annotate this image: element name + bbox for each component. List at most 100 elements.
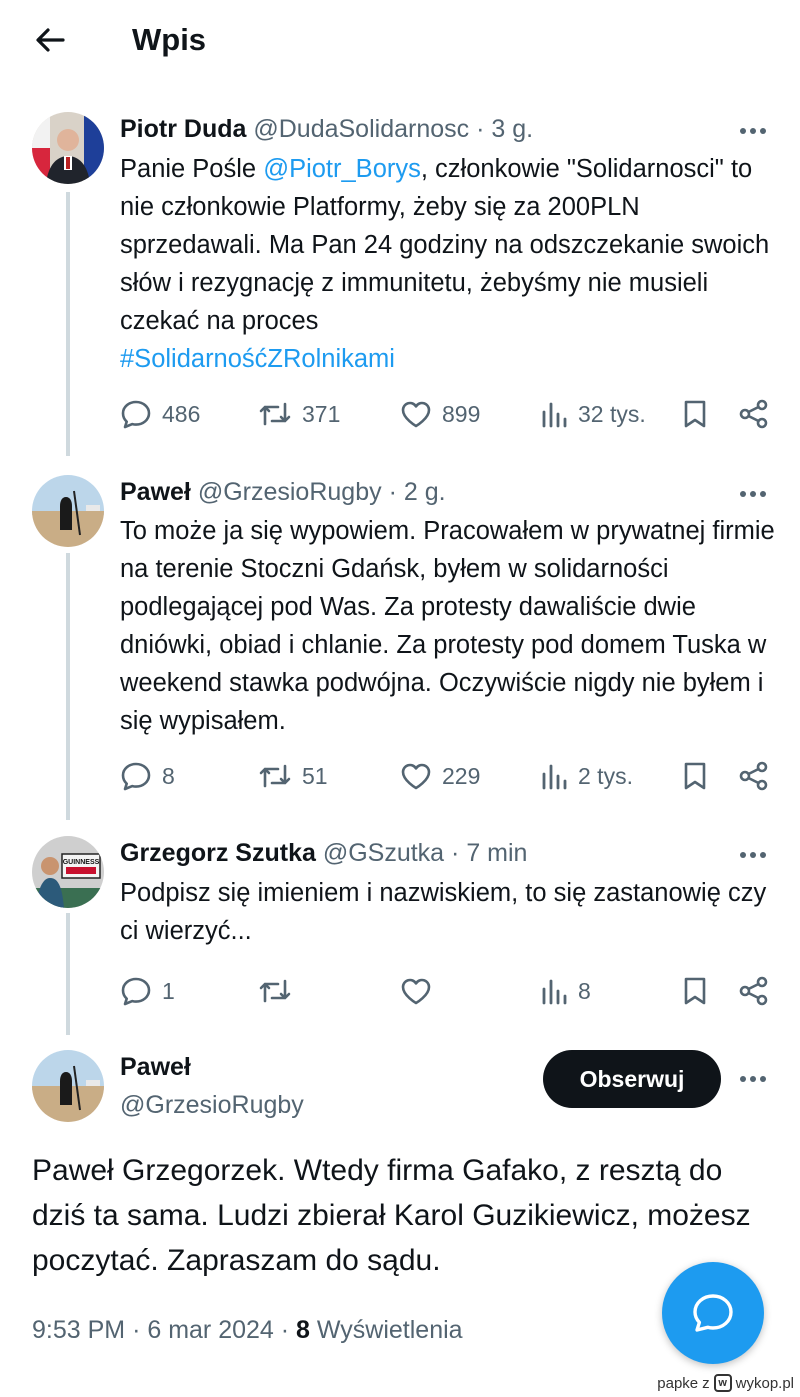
hashtag-link[interactable]: #SolidarnośćZRolnikami bbox=[120, 345, 395, 373]
author-name[interactable]: Paweł bbox=[120, 1050, 191, 1084]
reply-count: 1 bbox=[162, 977, 175, 1004]
more-button[interactable] bbox=[732, 479, 774, 509]
repost-button[interactable]: 371 bbox=[258, 394, 340, 434]
action-bar: 8 51 229 2 tys. bbox=[120, 756, 780, 796]
tweet-text: To może ja się wypowiem. Pracowałem w pr… bbox=[120, 517, 775, 735]
more-icon bbox=[740, 852, 766, 858]
like-button[interactable]: 229 bbox=[400, 756, 480, 796]
tweet-meta: Grzegorz Szutka @GSzutka · 7 min bbox=[120, 836, 527, 870]
like-count: 899 bbox=[442, 400, 481, 427]
separator: · bbox=[132, 1316, 141, 1344]
thread-line bbox=[66, 913, 70, 1035]
share-button[interactable] bbox=[738, 971, 770, 1011]
tweet-text: Panie Pośle @Piotr_Borys, członkowie "So… bbox=[120, 150, 780, 378]
views-icon bbox=[542, 979, 567, 1005]
share-button[interactable] bbox=[738, 394, 770, 434]
views-count: 8 bbox=[296, 1316, 310, 1344]
back-arrow-icon bbox=[36, 28, 65, 52]
reply-count: 486 bbox=[162, 400, 201, 427]
reply-icon bbox=[121, 762, 151, 791]
author-handle[interactable]: @GrzesioRugby bbox=[120, 1088, 304, 1122]
views-count: 32 tys. bbox=[578, 400, 646, 427]
share-icon bbox=[739, 399, 768, 429]
separator: · bbox=[451, 839, 460, 867]
post-timestamp: 9:53 PM · 6 mar 2024 · 8 Wyświetlenia bbox=[32, 1312, 463, 1348]
like-icon bbox=[401, 978, 431, 1005]
bookmark-button[interactable] bbox=[682, 394, 708, 434]
bookmark-icon bbox=[684, 977, 706, 1005]
tweet-text-part: Panie Pośle bbox=[120, 155, 264, 183]
post-time[interactable]: 9:53 PM bbox=[32, 1316, 125, 1344]
reply-count: 8 bbox=[162, 762, 175, 789]
views-icon bbox=[542, 764, 567, 790]
author-handle[interactable]: @GrzesioRugby bbox=[198, 478, 382, 506]
avatar[interactable] bbox=[32, 1050, 104, 1122]
separator: · bbox=[280, 1316, 290, 1344]
author-handle[interactable]: @DudaSolidarnosc bbox=[253, 115, 469, 143]
repost-icon bbox=[259, 402, 291, 426]
mention-link[interactable]: @Piotr_Borys bbox=[263, 155, 421, 183]
more-button[interactable] bbox=[732, 1064, 774, 1094]
follow-button[interactable]: Obserwuj bbox=[543, 1050, 721, 1108]
reply-button[interactable]: 1 bbox=[120, 971, 175, 1011]
compose-reply-button[interactable] bbox=[662, 1262, 764, 1364]
author-name[interactable]: Piotr Duda bbox=[120, 115, 246, 143]
views-button[interactable]: 32 tys. bbox=[540, 394, 646, 434]
separator: · bbox=[388, 478, 397, 506]
like-button[interactable]: 899 bbox=[400, 394, 480, 434]
repost-button[interactable] bbox=[258, 971, 302, 1011]
reply-icon bbox=[121, 977, 151, 1006]
repost-count: 371 bbox=[302, 400, 341, 427]
more-icon bbox=[740, 1076, 766, 1082]
author-name[interactable]: Paweł bbox=[120, 478, 191, 506]
top-bar: Wpis bbox=[0, 0, 800, 82]
watermark-site: wykop.pl bbox=[735, 1374, 794, 1392]
avatar[interactable]: GUINNESS bbox=[32, 836, 104, 908]
back-button[interactable] bbox=[28, 20, 72, 60]
like-button[interactable] bbox=[400, 971, 442, 1011]
post-text: Paweł Grzegorzek. Wtedy firma Gafako, z … bbox=[32, 1154, 751, 1277]
avatar[interactable] bbox=[32, 112, 104, 184]
reply-icon bbox=[121, 400, 151, 429]
bookmark-button[interactable] bbox=[682, 756, 708, 796]
views-label[interactable]: Wyświetlenia bbox=[317, 1316, 463, 1344]
wykop-logo-icon: w bbox=[713, 1374, 732, 1392]
tweet-text: Podpisz się imieniem i nazwiskiem, to si… bbox=[120, 879, 767, 945]
more-icon bbox=[740, 491, 766, 497]
repost-button[interactable]: 51 bbox=[258, 756, 328, 796]
like-count: 229 bbox=[442, 762, 481, 789]
more-button[interactable] bbox=[732, 840, 774, 870]
tweet-time[interactable]: 3 g. bbox=[491, 115, 533, 143]
separator: · bbox=[476, 115, 485, 143]
author-name[interactable]: Grzegorz Szutka bbox=[120, 839, 316, 867]
share-icon bbox=[739, 976, 768, 1006]
views-button[interactable]: 2 tys. bbox=[540, 756, 633, 796]
tweet-meta: Paweł @GrzesioRugby · 2 g. bbox=[120, 475, 446, 509]
avatar-sign-text: GUINNESS bbox=[63, 859, 100, 866]
post-date[interactable]: 6 mar 2024 bbox=[147, 1316, 273, 1344]
views-count: 2 tys. bbox=[578, 762, 633, 789]
page-title: Wpis bbox=[132, 22, 207, 57]
share-button[interactable] bbox=[738, 756, 770, 796]
repost-count: 51 bbox=[302, 762, 328, 789]
repost-icon bbox=[259, 979, 291, 1003]
watermark-user: papke bbox=[657, 1374, 699, 1392]
views-button[interactable]: 8 bbox=[540, 971, 591, 1011]
author-handle[interactable]: @GSzutka bbox=[323, 839, 444, 867]
views-icon bbox=[542, 402, 567, 428]
tweet-time[interactable]: 2 g. bbox=[404, 478, 446, 506]
action-bar: 1 8 bbox=[120, 971, 780, 1011]
bookmark-button[interactable] bbox=[682, 971, 708, 1011]
action-bar: 486 371 899 32 tys. bbox=[120, 394, 780, 434]
reply-button[interactable]: 486 bbox=[120, 394, 200, 434]
reply-button[interactable]: 8 bbox=[120, 756, 175, 796]
views-count: 8 bbox=[578, 977, 591, 1004]
avatar[interactable] bbox=[32, 475, 104, 547]
watermark: papke z w wykop.pl bbox=[657, 1374, 794, 1392]
share-icon bbox=[739, 761, 768, 791]
thread-line bbox=[66, 192, 70, 456]
tweet-text-part: , członkowie "Solidarnosci" bbox=[420, 155, 724, 183]
bookmark-icon bbox=[684, 400, 706, 428]
tweet-time[interactable]: 7 min bbox=[466, 839, 527, 867]
more-button[interactable] bbox=[732, 116, 774, 146]
